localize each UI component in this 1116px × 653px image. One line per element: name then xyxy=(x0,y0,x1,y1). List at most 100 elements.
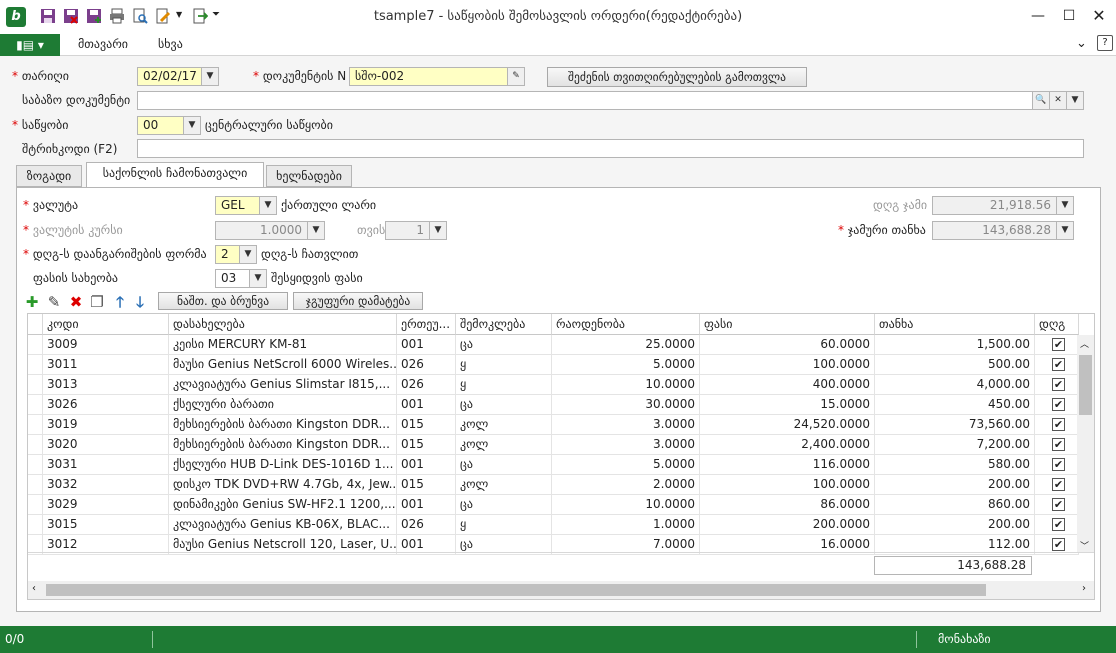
help-icon[interactable]: ? xyxy=(1097,35,1113,51)
row-selector[interactable] xyxy=(28,395,43,415)
cell-unit[interactable]: 026 xyxy=(397,355,456,375)
add-row-icon[interactable]: ✚ xyxy=(23,293,41,311)
cell-unit[interactable]: 015 xyxy=(397,415,456,435)
table-row[interactable]: 3031 ქსელური HUB D-Link DES-1016D 1... 001… xyxy=(28,455,1079,475)
cell-short[interactable]: ყ xyxy=(456,375,552,395)
cell-price[interactable]: 400.0000 xyxy=(700,375,875,395)
table-row[interactable]: 3026 ქსელური ბარათი 001 ცა 30.0000 15.0000 450… xyxy=(28,395,1079,415)
cell-short[interactable]: კოლ xyxy=(456,435,552,455)
cell-amount[interactable]: 500.00 xyxy=(875,355,1035,375)
scroll-left-icon[interactable]: ‹ xyxy=(32,583,36,594)
cell-unit[interactable]: 001 xyxy=(397,335,456,355)
cell-code[interactable]: 3019 xyxy=(43,415,169,435)
cell-price[interactable]: 2,400.0000 xyxy=(700,435,875,455)
cell-code[interactable]: 3009 xyxy=(43,335,169,355)
table-row[interactable]: 3009 კეისი MERCURY KM-81 001 ცა 25.0000 60.00… xyxy=(28,335,1079,355)
row-selector[interactable] xyxy=(28,335,43,355)
scroll-right-icon[interactable]: › xyxy=(1082,583,1086,594)
cell-name[interactable]: ქსელური ბარათი xyxy=(169,395,397,415)
cell-qty[interactable]: 10.0000 xyxy=(552,495,700,515)
cell-code[interactable]: 3031 xyxy=(43,455,169,475)
cell-code[interactable]: 3011 xyxy=(43,355,169,375)
cell-unit[interactable]: 015 xyxy=(397,475,456,495)
cell-price[interactable]: 100.0000 xyxy=(700,475,875,495)
vat-checkbox[interactable]: ✔ xyxy=(1052,398,1065,411)
total-field[interactable]: 143,688.28 xyxy=(932,221,1074,240)
cell-short[interactable]: კოლ xyxy=(456,415,552,435)
cell-name[interactable]: დისკო TDK DVD+RW 4.7Gb, 4x, Jew... xyxy=(169,475,397,495)
chevron-down-icon[interactable]: ▼ xyxy=(259,197,276,214)
cell-price[interactable]: 100.0000 xyxy=(700,355,875,375)
cell-code[interactable]: 3020 xyxy=(43,435,169,455)
cell-qty[interactable]: 30.0000 xyxy=(552,395,700,415)
table-header-code[interactable]: კოდი xyxy=(43,314,169,335)
cell-name[interactable]: მეხსიერების ბარათი Kingston DDR... xyxy=(169,435,397,455)
cell-short[interactable]: ცა xyxy=(456,455,552,475)
table-header-vat[interactable]: დღგ xyxy=(1035,314,1079,335)
cell-code[interactable]: 3029 xyxy=(43,495,169,515)
table-header-rowsel[interactable] xyxy=(28,314,43,335)
cell-amount[interactable]: 1,500.00 xyxy=(875,335,1035,355)
cell-amount[interactable]: 860.00 xyxy=(875,495,1035,515)
table-row[interactable]: 3020 მეხსიერების ბარათი Kingston DDR... 01… xyxy=(28,435,1079,455)
cell-code[interactable]: 3032 xyxy=(43,475,169,495)
row-selector[interactable] xyxy=(28,515,43,535)
cell-qty[interactable]: 1.0000 xyxy=(552,515,700,535)
row-selector[interactable] xyxy=(28,435,43,455)
vat-checkbox[interactable]: ✔ xyxy=(1052,458,1065,471)
cell-amount[interactable]: 4,000.00 xyxy=(875,375,1035,395)
docnum-field[interactable]: სშო-002 xyxy=(349,67,525,86)
cell-amount[interactable]: 580.00 xyxy=(875,455,1035,475)
row-selector[interactable] xyxy=(28,355,43,375)
calc-cost-button[interactable]: შეძენის თვითღირებულების გამოთვლა xyxy=(547,67,807,87)
move-up-icon[interactable]: 🡑 xyxy=(111,293,129,311)
table-row[interactable]: 3032 დისკო TDK DVD+RW 4.7Gb, 4x, Jew... 01… xyxy=(28,475,1079,495)
edit-row-icon[interactable]: ✎ xyxy=(45,293,63,311)
row-selector[interactable] xyxy=(28,475,43,495)
tab-signatures[interactable]: ხელნადები xyxy=(266,165,352,187)
delete-row-icon[interactable]: ✖ xyxy=(67,293,85,311)
cell-code[interactable]: 3013 xyxy=(43,375,169,395)
cell-amount[interactable]: 73,560.00 xyxy=(875,415,1035,435)
cell-unit[interactable]: 015 xyxy=(397,435,456,455)
cell-name[interactable]: კლავიატურა Genius Slimstar I815,... xyxy=(169,375,397,395)
cell-unit[interactable]: 001 xyxy=(397,495,456,515)
vat-checkbox[interactable]: ✔ xyxy=(1052,538,1065,551)
scroll-thumb[interactable] xyxy=(1079,355,1092,415)
cell-price[interactable]: 116.0000 xyxy=(700,455,875,475)
chevron-down-icon[interactable]: ▼ xyxy=(249,270,266,287)
table-row[interactable]: 3015 კლავიატურა Genius KB-06X, BLAC... 026… xyxy=(28,515,1079,535)
cell-short[interactable]: ცა xyxy=(456,335,552,355)
cell-qty[interactable]: 10.0000 xyxy=(552,375,700,395)
cell-price[interactable]: 24,520.0000 xyxy=(700,415,875,435)
cell-unit[interactable]: 001 xyxy=(397,455,456,475)
vat-checkbox[interactable]: ✔ xyxy=(1052,518,1065,531)
vat-checkbox[interactable]: ✔ xyxy=(1052,338,1065,351)
table-header-unit[interactable]: ერთეუ... xyxy=(397,314,456,335)
search-icon[interactable]: 🔍 xyxy=(1032,92,1049,109)
cell-qty[interactable]: 2.0000 xyxy=(552,475,700,495)
vertical-scrollbar[interactable]: ︿ ﹀ xyxy=(1077,335,1094,552)
horizontal-scrollbar[interactable]: ‹ › xyxy=(28,581,1094,599)
cell-name[interactable]: მაუსი Genius NetScroll 6000 Wireles... xyxy=(169,355,397,375)
minimize-icon[interactable]: — xyxy=(1023,4,1053,28)
copy-row-icon[interactable]: ❐ xyxy=(88,293,106,311)
cell-unit[interactable]: 026 xyxy=(397,515,456,535)
cell-amount[interactable]: 450.00 xyxy=(875,395,1035,415)
close-icon[interactable]: ✕ xyxy=(1084,4,1114,28)
vat-checkbox[interactable]: ✔ xyxy=(1052,438,1065,451)
tab-general[interactable]: ზოგადი xyxy=(16,165,82,187)
cell-price[interactable]: 86.0000 xyxy=(700,495,875,515)
cell-unit[interactable]: 001 xyxy=(397,395,456,415)
scroll-down-icon[interactable]: ﹀ xyxy=(1080,539,1089,552)
chevron-down-icon[interactable]: ▼ xyxy=(1056,197,1073,214)
cell-code[interactable]: 3015 xyxy=(43,515,169,535)
wand-icon[interactable]: ✎ xyxy=(507,68,524,85)
vat-checkbox[interactable]: ✔ xyxy=(1052,478,1065,491)
chevron-down-icon[interactable]: ▼ xyxy=(1066,92,1083,109)
cell-qty[interactable]: 3.0000 xyxy=(552,435,700,455)
table-header-amount[interactable]: თანხა xyxy=(875,314,1035,335)
vat-checkbox[interactable]: ✔ xyxy=(1052,378,1065,391)
row-selector[interactable] xyxy=(28,415,43,435)
cell-short[interactable]: კოლ xyxy=(456,475,552,495)
